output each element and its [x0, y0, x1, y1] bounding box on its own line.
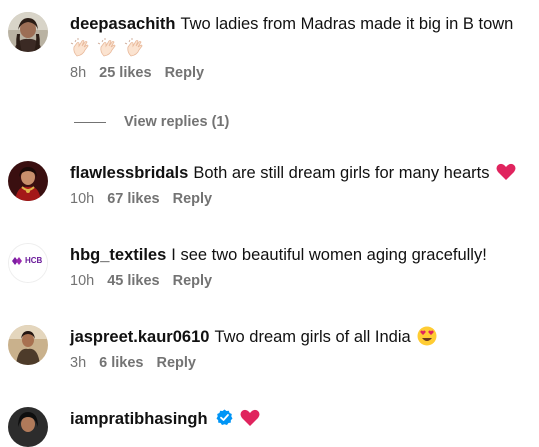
view-replies-label[interactable]: View replies (1)	[124, 114, 229, 130]
comment-text: hbg_textiles I see two beautiful women ag…	[70, 243, 531, 267]
comment-time: 10h	[70, 273, 95, 289]
clapping-hands-icon	[97, 38, 116, 57]
reply-button[interactable]: Reply	[173, 273, 213, 289]
comment-meta: 8h 25 likes Reply	[70, 65, 531, 81]
comment-text: iampratibhasingh	[70, 407, 531, 431]
comment-username[interactable]: deepasachith	[70, 15, 175, 33]
comment-text: flawlessbridals Both are still dream girl…	[70, 161, 531, 185]
comment-time: 10h	[70, 191, 95, 207]
comment-text: jaspreet.kaur0610 Two dream girls of all …	[70, 325, 531, 349]
comment-time: 3h	[70, 355, 87, 371]
view-replies-button[interactable]: View replies (1)	[74, 114, 229, 130]
heart-eyes-face-icon	[417, 326, 437, 346]
comment-username[interactable]: iampratibhasingh	[70, 410, 208, 428]
comment-likes[interactable]: 67 likes	[107, 191, 159, 207]
clapping-hands-icon	[124, 38, 143, 57]
comment-likes[interactable]: 45 likes	[107, 273, 159, 289]
avatar[interactable]	[8, 12, 48, 52]
comment-meta: 10h 67 likes Reply	[70, 191, 531, 207]
comment-message: Both are still dream girls for many hear…	[193, 164, 490, 182]
emoji-row	[70, 37, 531, 59]
avatar-logo-text: HCB	[25, 256, 43, 265]
red-heart-icon	[240, 409, 260, 426]
comment-username[interactable]: hbg_textiles	[70, 246, 166, 264]
comment-meta: 10h 45 likes Reply	[70, 273, 531, 289]
clapping-hands-icon	[70, 38, 89, 57]
avatar[interactable]: HCB	[8, 243, 48, 283]
comment-username[interactable]: jaspreet.kaur0610	[70, 328, 209, 346]
reply-button[interactable]: Reply	[173, 191, 213, 207]
comment-likes[interactable]: 6 likes	[99, 355, 143, 371]
comment-text: deepasachith Two ladies from Madras made …	[70, 12, 531, 36]
avatar[interactable]	[8, 407, 48, 447]
verified-badge-icon	[216, 409, 233, 425]
comment-likes[interactable]: 25 likes	[99, 65, 151, 81]
comment-message: I see two beautiful women aging graceful…	[171, 246, 487, 264]
comment-meta: 3h 6 likes Reply	[70, 355, 531, 371]
reply-button[interactable]: Reply	[156, 355, 196, 371]
comment-message: Two ladies from Madras made it big in B …	[180, 15, 514, 33]
comment-username[interactable]: flawlessbridals	[70, 164, 188, 182]
red-heart-icon	[496, 163, 516, 180]
comment-time: 8h	[70, 65, 87, 81]
reply-button[interactable]: Reply	[165, 65, 205, 81]
avatar[interactable]	[8, 325, 48, 365]
replies-divider	[74, 121, 106, 123]
avatar[interactable]	[8, 161, 48, 201]
comment-message: Two dream girls of all India	[214, 328, 411, 346]
